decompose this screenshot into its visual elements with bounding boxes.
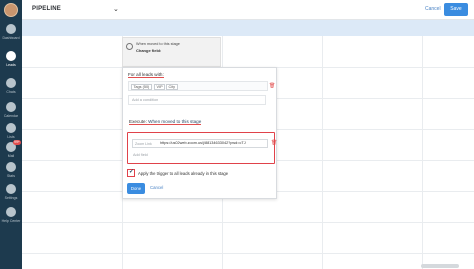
execute-selector[interactable]: Execute: When moved to this stage bbox=[129, 119, 202, 125]
sidebar-item-settings[interactable]: Settings bbox=[0, 182, 22, 206]
execute-value: When moved to this stage bbox=[148, 119, 202, 124]
apply-checkbox[interactable]: ✓ bbox=[127, 169, 135, 177]
sidebar-item-stats[interactable]: Stats bbox=[0, 160, 22, 184]
sidebar-item-label: Stats bbox=[7, 174, 15, 178]
execute-label: Execute: bbox=[129, 119, 147, 124]
checkmark-icon: ✓ bbox=[129, 169, 135, 175]
lists-icon bbox=[6, 123, 16, 133]
apply-label: Apply the trigger to all leads already i… bbox=[138, 170, 229, 176]
save-button[interactable]: Save bbox=[444, 3, 468, 16]
sidebar-item-label: Leads bbox=[6, 63, 16, 67]
chats-icon bbox=[6, 78, 16, 88]
sidebar-item-label: Mail bbox=[7, 154, 15, 158]
sidebar-item-chats[interactable]: Chats bbox=[0, 76, 22, 100]
trash-icon[interactable]: 🗑 bbox=[271, 140, 277, 146]
sidebar-item-label: Dashboard bbox=[2, 36, 20, 40]
sidebar-item-label: Calendar bbox=[3, 114, 19, 118]
filter-chip-vip[interactable]: VIP bbox=[154, 83, 166, 90]
dashboard-icon bbox=[6, 24, 16, 34]
cancel-button[interactable]: Cancel bbox=[425, 6, 441, 12]
trigger-condition: When moved to this stage bbox=[136, 42, 180, 46]
filter-chip-city[interactable]: City bbox=[166, 83, 178, 90]
chevron-down-icon[interactable]: ⌄ bbox=[113, 5, 119, 13]
settings-icon bbox=[6, 184, 16, 194]
zoom-link-value[interactable]: https://us02web.zoom.us/j/88134633042?pw… bbox=[160, 140, 267, 147]
sidebar-item-label: Settings bbox=[4, 196, 18, 200]
calendar-icon bbox=[6, 102, 16, 112]
sidebar-item-label: Chats bbox=[6, 90, 16, 94]
leads-icon bbox=[6, 51, 16, 61]
left-sidebar: Dashboard Leads Chats Calendar Lists 99+… bbox=[0, 0, 22, 269]
edit-field-icon bbox=[126, 43, 133, 50]
sidebar-item-leads[interactable]: Leads bbox=[0, 49, 22, 73]
trigger-action: Change field: bbox=[136, 48, 162, 53]
filter-chip-tags[interactable]: Tags (50) bbox=[131, 83, 152, 90]
mail-badge: 99+ bbox=[13, 140, 21, 145]
sidebar-item-dashboard[interactable]: Dashboard bbox=[0, 22, 22, 46]
trigger-settings-panel: For all leads with: Tags (50) VIP City 🗑… bbox=[122, 67, 277, 199]
user-avatar[interactable] bbox=[4, 3, 18, 17]
sidebar-item-label: Help Center bbox=[1, 219, 21, 223]
zoom-link-field[interactable]: Zoom Link https://us02web.zoom.us/j/8813… bbox=[132, 139, 268, 148]
zoom-link-label: Zoom Link bbox=[135, 141, 152, 146]
page-title: PIPELINE bbox=[32, 6, 61, 12]
sidebar-item-label: Lists bbox=[7, 135, 15, 139]
stats-icon bbox=[6, 162, 16, 172]
add-condition-input[interactable]: Add a condition bbox=[128, 95, 266, 105]
field-change-section: Zoom Link https://us02web.zoom.us/j/8813… bbox=[127, 132, 277, 164]
sidebar-item-help-center[interactable]: Help Center bbox=[0, 205, 22, 229]
trash-icon[interactable]: 🗑 bbox=[269, 83, 275, 89]
for-all-leads-label[interactable]: For all leads with: bbox=[128, 72, 164, 78]
horizontal-scrollbar[interactable] bbox=[421, 264, 459, 268]
help-icon bbox=[6, 207, 16, 217]
stage-header-strip bbox=[22, 20, 474, 36]
top-bar: PIPELINE ⌄ Cancel Save bbox=[22, 0, 474, 20]
stage-trigger-card[interactable]: When moved to this stage Change field: bbox=[122, 37, 221, 67]
done-button[interactable]: Done bbox=[127, 183, 145, 194]
add-field-input[interactable]: Add field bbox=[133, 153, 148, 157]
panel-cancel-button[interactable]: Cancel bbox=[150, 185, 163, 190]
filter-conditions[interactable]: Tags (50) VIP City bbox=[128, 81, 268, 91]
